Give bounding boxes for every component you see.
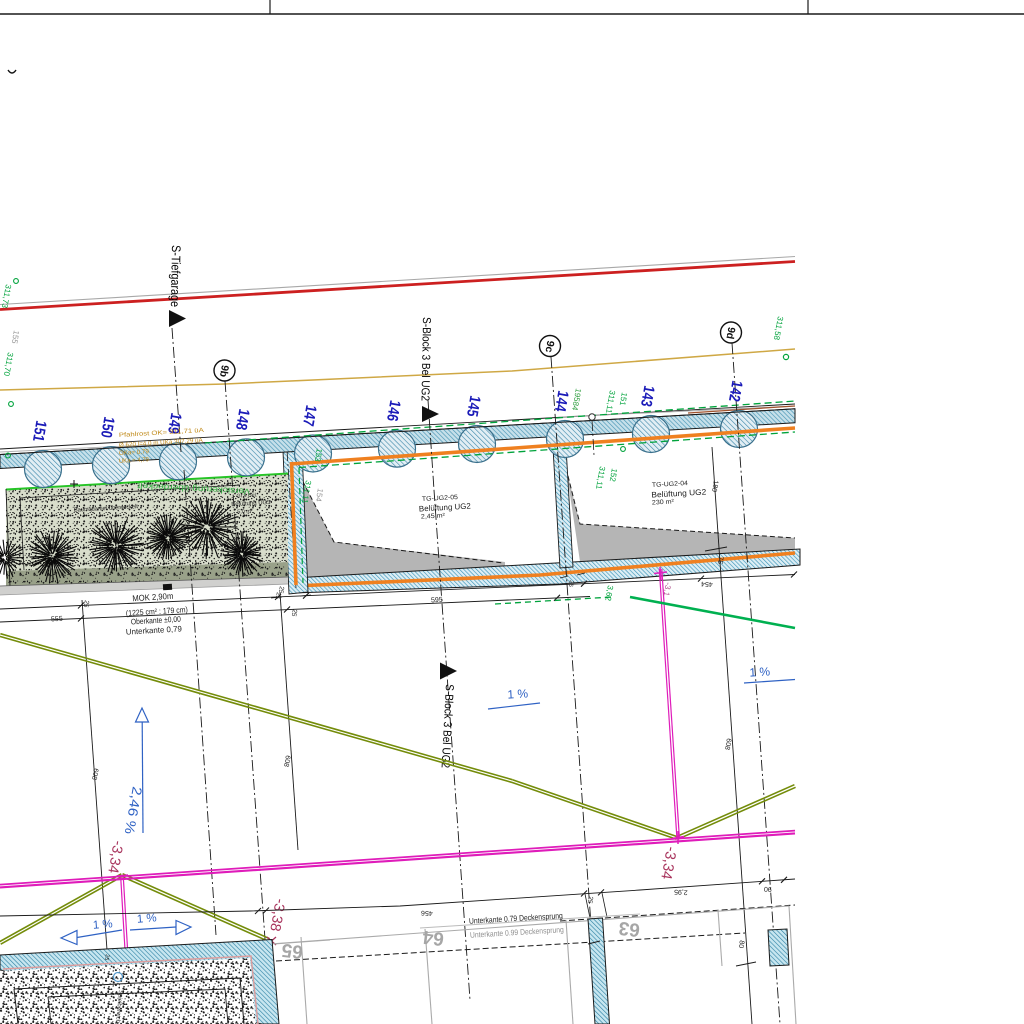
svg-text:9b: 9b — [217, 364, 231, 378]
svg-text:S-Tiefgarage: S-Tiefgarage — [168, 245, 183, 307]
svg-text:9c: 9c — [542, 340, 556, 354]
svg-text:144: 144 — [551, 389, 571, 413]
svg-text:143: 143 — [637, 384, 657, 408]
svg-text:142: 142 — [725, 379, 745, 403]
svg-text:555: 555 — [51, 616, 63, 624]
svg-text:147: 147 — [299, 404, 319, 428]
svg-text:1 %: 1 % — [507, 686, 529, 701]
svg-text:5,0 m²: 5,0 m² — [237, 509, 253, 516]
svg-text:1 %: 1 % — [92, 918, 113, 931]
svg-text:595: 595 — [431, 597, 443, 605]
svg-text:S-Block 3 Bel UG2: S-Block 3 Bel UG2 — [419, 317, 432, 401]
svg-text:75: 75 — [716, 556, 724, 565]
svg-text:90: 90 — [764, 885, 772, 892]
svg-text:146: 146 — [383, 399, 403, 423]
svg-text:150: 150 — [97, 415, 117, 439]
svg-text:456: 456 — [421, 909, 433, 917]
svg-text:64: 64 — [421, 926, 445, 949]
svg-text:1 %: 1 % — [136, 912, 157, 925]
svg-text:1 %: 1 % — [749, 664, 771, 679]
svg-text:230 m²: 230 m² — [652, 498, 675, 506]
svg-text:63: 63 — [618, 917, 642, 940]
svg-text:80: 80 — [737, 940, 745, 949]
svg-text:9d: 9d — [724, 326, 738, 340]
svg-text:2,95: 2,95 — [674, 888, 688, 896]
svg-text:Gr.4 Bel.: Gr.4 Bel. — [236, 492, 257, 499]
svg-text:151: 151 — [29, 419, 49, 443]
svg-text:145: 145 — [463, 394, 483, 418]
svg-text:148: 148 — [232, 408, 252, 432]
svg-text:65: 65 — [280, 939, 304, 962]
svg-text:454: 454 — [701, 580, 713, 588]
svg-text:2,45 m²: 2,45 m² — [421, 512, 446, 520]
svg-text:25: 25 — [103, 954, 110, 961]
